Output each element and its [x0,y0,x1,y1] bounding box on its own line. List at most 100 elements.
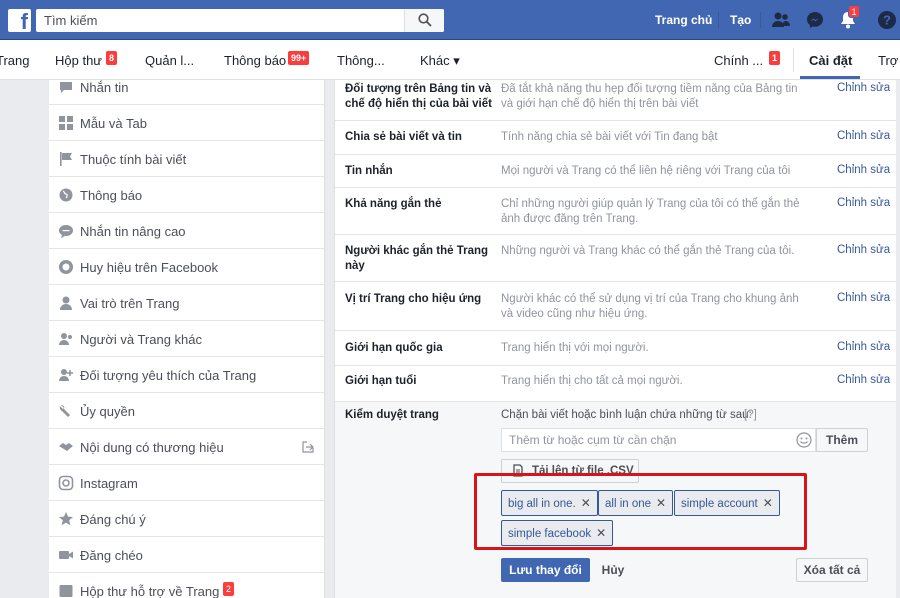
tab-more[interactable]: Khác ▾ [420,53,460,69]
setting-description: Tính năng chia sẻ bài viết với Tin đang … [501,131,718,143]
edit-link[interactable]: Chỉnh sửa [837,197,890,209]
wrench-icon [59,405,70,417]
blocked-words-field [501,428,816,452]
save-changes-button[interactable]: Lưu thay đổi [501,558,590,582]
sidebar-item-label: Vai trò trên Trang [80,296,180,311]
settings-sidebar: Nhắn tin Mẫu và Tab Thuộc tính bài viết … [49,80,325,598]
clear-all-button[interactable]: Xóa tất cả [796,558,868,582]
friend-requests-icon[interactable] [771,10,791,30]
tab-settings[interactable]: Cài đặt [809,53,852,68]
support-inbox-badge: 2 [223,582,235,596]
settings-row-country-restrictions: Giới hạn quốc gia Trang hiển thị với mọi… [335,331,896,366]
sidebar-item-templates-tabs[interactable]: Mẫu và Tab [49,105,324,141]
setting-label: Chia sẻ bài viết và tin [345,131,462,143]
sidebar-item-featured[interactable]: Đáng chú ý [49,501,324,537]
setting-label: Tin nhắn [345,165,393,177]
flag-icon [60,152,72,166]
tab-manage[interactable]: Quản l... [145,53,194,68]
inbox-icon [59,585,73,597]
edit-link[interactable]: Chỉnh sửa [837,292,890,304]
search-input[interactable] [36,9,404,32]
sidebar-item-post-attribution[interactable]: Thuộc tính bài viết [49,141,324,177]
facebook-logo-icon[interactable]: f [8,9,31,34]
tab-insights[interactable]: Thông... [337,53,385,68]
tab-publishing[interactable]: Chính ... [714,53,763,68]
moderation-help-link[interactable]: [?] [744,409,757,421]
settings-row-sharing: Chia sẻ bài viết và tin Tính năng chia s… [335,121,896,155]
badge-icon [59,260,73,274]
sidebar-item-label: Instagram [80,476,138,491]
sidebar-item-people-other-pages[interactable]: Người và Trang khác [49,321,324,357]
setting-label: Giới hạn quốc gia [345,342,443,354]
sidebar-item-label: Đăng chéo [80,548,143,563]
sidebar-item-label: Huy hiệu trên Facebook [80,260,219,275]
sidebar-item-label: Thuộc tính bài viết [80,152,187,167]
sidebar-item-label: Nhắn tin nâng cao [80,224,186,239]
sidebar-item-label: Người và Trang khác [80,332,203,347]
emoji-icon[interactable] [796,432,812,448]
external-link-icon [302,441,314,453]
edit-link[interactable]: Chỉnh sửa [837,82,890,94]
setting-label: Khả năng gắn thẻ [345,198,442,210]
setting-description: Trang hiển thị cho tất cả mọi người. [501,375,683,387]
tab-notifications[interactable]: Thông báo [224,53,286,68]
messenger-icon[interactable] [805,10,825,30]
sidebar-item-branded-content[interactable]: Nội dung có thương hiệu [49,429,324,465]
search-button[interactable] [404,9,444,32]
search-box [36,9,444,32]
tab-page[interactable]: Trang [0,53,29,68]
sidebar-item-authorizations[interactable]: Ủy quyền [49,393,324,429]
sidebar-item-notifications[interactable]: Thông báo [49,177,324,213]
setting-label: Giới hạn tuổi [345,375,417,387]
moderation-description: Chặn bài viết hoặc bình luận chứa những … [501,409,752,421]
chat-icon [59,225,73,238]
edit-link[interactable]: Chỉnh sửa [837,130,890,142]
setting-description: Mọi người và Trang có thể liên hệ riêng … [501,165,791,177]
svg-text:?: ? [883,13,891,28]
page-scrollbar[interactable] [896,80,900,598]
globe-icon [59,188,73,202]
page-tab-bar: Trang Hộp thư 8 Quản l... Thông báo 99+ … [0,40,900,80]
sidebar-item-facebook-badges[interactable]: Huy hiệu trên Facebook [49,249,324,285]
highlight-box [474,473,807,550]
sidebar-item-label: Hộp thư hỗ trợ về Trang [80,584,220,598]
sidebar-item-crossposting[interactable]: Đăng chéo [49,537,324,573]
sidebar-item-label: Ủy quyền [80,404,135,419]
cancel-button[interactable]: Hủy [592,558,634,582]
sidebar-item-label: Nội dung có thương hiệu [80,440,224,455]
settings-row-messages: Tin nhắn Mọi người và Trang có thể liên … [335,155,896,188]
home-link[interactable]: Trang chủ [655,13,712,27]
sidebar-item-advanced-messaging[interactable]: Nhắn tin nâng cao [49,213,324,249]
sidebar-item-instagram[interactable]: Instagram [49,465,324,501]
tab-inbox[interactable]: Hộp thư [55,53,102,68]
active-tab-indicator [800,76,860,79]
sidebar-item-messaging[interactable]: Nhắn tin [49,80,324,105]
sidebar-item-label: Đáng chú ý [80,512,146,527]
help-icon[interactable]: ? [877,10,897,30]
star-icon [59,512,73,526]
edit-link[interactable]: Chỉnh sửa [837,164,890,176]
setting-label: Người khác gắn thẻ Trang này [345,245,489,272]
sidebar-item-label: Đối tượng yêu thích của Trang [80,368,257,383]
sidebar-item-label: Thông báo [80,188,143,203]
sidebar-item-label: Nhắn tin [80,80,129,95]
notifications-tab-badge: 99+ [288,51,310,65]
inbox-badge: 8 [106,51,118,65]
add-word-button[interactable]: Thêm [816,428,868,452]
handshake-icon [59,443,73,451]
sidebar-item-support-inbox[interactable]: Hộp thư hỗ trợ về Trang 2 [49,573,324,598]
settings-row-news-feed-audience: Đối tượng trên Bảng tin và chế độ hiển t… [335,80,896,121]
create-link[interactable]: Tạo [730,13,751,27]
sidebar-item-page-roles[interactable]: Vai trò trên Trang [49,285,324,321]
top-divider [718,12,719,28]
setting-label: Đối tượng trên Bảng tin và chế độ hiển t… [345,83,492,110]
edit-link[interactable]: Chỉnh sửa [837,374,890,386]
edit-link[interactable]: Chỉnh sửa [837,244,890,256]
sidebar-item-preferred-audience[interactable]: Đối tượng yêu thích của Trang [49,357,324,393]
settings-row-age-restrictions: Giới hạn tuổi Trang hiển thị cho tất cả … [335,366,896,402]
top-navigation-bar: f Trang chủ Tạo 1 ? [0,0,900,40]
blocked-words-input[interactable] [502,429,792,451]
setting-description: Trang hiển thị với mọi người. [501,342,649,354]
tab-help[interactable]: Trợ [878,53,898,68]
edit-link[interactable]: Chỉnh sửa [837,341,890,353]
